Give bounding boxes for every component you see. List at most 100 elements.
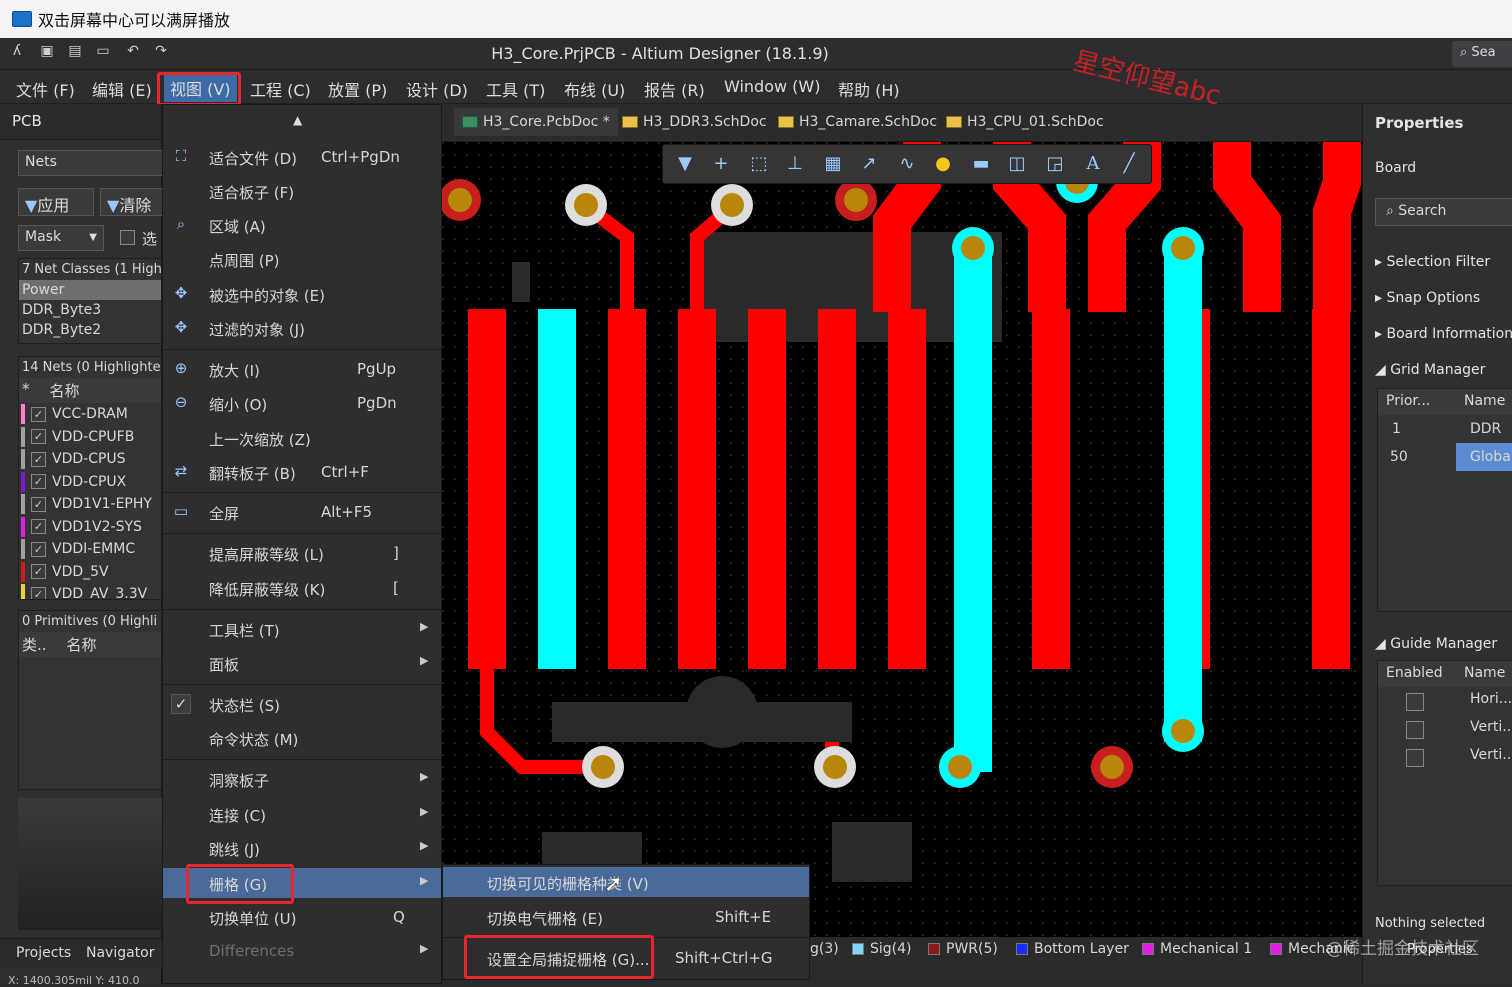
- global-search[interactable]: ⌕ Sea: [1452, 41, 1512, 67]
- view-menu-item[interactable]: ⌕ 区域 (A): [163, 210, 441, 240]
- submenu-toggle-visible-grid[interactable]: 切换可见的栅格种类 (V): [443, 867, 809, 897]
- net-row[interactable]: ✓ VDD_AV_3.3V: [19, 583, 161, 599]
- view-menu-item[interactable]: 面板 ▶: [163, 648, 441, 678]
- submenu-toggle-electrical-grid[interactable]: 切换电气栅格 (E) Shift+E: [443, 902, 809, 932]
- apply-button[interactable]: ▼应用: [18, 188, 94, 216]
- clear-button[interactable]: ▼清除: [100, 188, 170, 216]
- scroll-up-icon[interactable]: ▲: [293, 113, 302, 127]
- menu-file[interactable]: 文件 (F): [16, 77, 75, 101]
- net-visible-checkbox[interactable]: ✓: [31, 564, 46, 580]
- section-board-information[interactable]: ▸ Board Information: [1375, 326, 1512, 342]
- view-menu-item[interactable]: ⊖ 缩小 (O) PgDn: [163, 388, 441, 418]
- view-menu-item[interactable]: 连接 (C) ▶: [163, 799, 441, 829]
- layer-tab-mechanical1[interactable]: Mechanical 1: [1142, 941, 1252, 957]
- net-row[interactable]: ✓ VDD1V2-SYS: [19, 516, 161, 539]
- view-menu-item[interactable]: 适合板子 (F): [163, 176, 441, 206]
- align-icon[interactable]: ⊥: [783, 153, 807, 177]
- view-menu-item[interactable]: ✥ 过滤的对象 (J): [163, 313, 441, 343]
- view-menu-item[interactable]: Differences ▶: [163, 936, 441, 966]
- grid-row-priority[interactable]: 1: [1392, 421, 1401, 437]
- layer-tab-pwr5[interactable]: PWR(5): [928, 941, 998, 957]
- view-menu-item[interactable]: 降低屏蔽等级 (K) [: [163, 573, 441, 603]
- dimension-icon[interactable]: ◫: [1005, 153, 1029, 177]
- net-class-ddr-byte2[interactable]: DDR_Byte2: [19, 320, 161, 340]
- pcb-mode-dropdown[interactable]: Nets: [18, 150, 168, 176]
- mask-dropdown[interactable]: Mask ▼: [18, 225, 104, 251]
- view-menu-item[interactable]: 提高屏蔽等级 (L)]: [163, 538, 441, 568]
- guide-col-enabled[interactable]: Enabled: [1386, 665, 1443, 681]
- menu-tools[interactable]: 工具 (T): [486, 77, 545, 101]
- guide-row-name[interactable]: Verti...: [1470, 747, 1512, 763]
- tab-h3-core-pcbdoc[interactable]: H3_Core.PcbDoc *: [454, 108, 618, 136]
- view-menu-item[interactable]: ⇄ 翻转板子 (B) Ctrl+F: [163, 457, 441, 487]
- tab-h3-camare-schdoc[interactable]: H3_Camare.SchDoc: [778, 114, 937, 130]
- layer-tab-sig3[interactable]: g(3): [810, 941, 839, 957]
- line-icon[interactable]: ╱: [1117, 153, 1141, 177]
- view-menu-item[interactable]: 洞察板子 ▶: [163, 764, 441, 794]
- grid-row-name[interactable]: DDR: [1470, 421, 1501, 437]
- fill-icon[interactable]: ▬: [969, 153, 993, 177]
- view-menu-item[interactable]: 点周围 (P): [163, 244, 441, 274]
- view-menu-item[interactable]: ⊕ 放大 (I) PgUp: [163, 354, 441, 384]
- net-row[interactable]: ✓ VDD-CPUFB: [19, 426, 161, 449]
- via-icon[interactable]: ●: [931, 153, 955, 177]
- filter-icon[interactable]: ▼: [673, 153, 697, 177]
- nets-column-header[interactable]: * 名称: [19, 378, 161, 403]
- select-rect-icon[interactable]: ⬚: [747, 153, 771, 177]
- string-text-icon[interactable]: A: [1081, 153, 1105, 177]
- net-class-power[interactable]: Power: [19, 280, 161, 300]
- guide-enabled-checkbox[interactable]: [1406, 721, 1424, 739]
- route-icon[interactable]: ↗: [857, 153, 881, 177]
- net-row[interactable]: ✓ VDD1V1-EPHY: [19, 493, 161, 516]
- net-visible-checkbox[interactable]: ✓: [31, 429, 46, 445]
- menu-help[interactable]: 帮助 (H): [838, 77, 900, 101]
- section-snap-options[interactable]: ▸ Snap Options: [1375, 290, 1480, 306]
- guide-col-name[interactable]: Name: [1464, 665, 1505, 681]
- tab-projects[interactable]: Projects: [16, 945, 71, 961]
- board-preview[interactable]: [18, 798, 162, 930]
- menu-window[interactable]: Window (W): [724, 77, 820, 96]
- net-row[interactable]: ✓ VDD-CPUS: [19, 448, 161, 471]
- properties-search-input[interactable]: ⌕ Search: [1375, 198, 1512, 226]
- menu-place[interactable]: 放置 (P): [328, 77, 387, 101]
- menu-reports[interactable]: 报告 (R): [644, 77, 705, 101]
- guide-enabled-checkbox[interactable]: [1406, 693, 1424, 711]
- net-class-ddr-byte3[interactable]: DDR_Byte3: [19, 300, 161, 320]
- net-visible-checkbox[interactable]: ✓: [31, 406, 46, 422]
- grid-col-priority[interactable]: Prior...: [1386, 393, 1430, 409]
- grid-col-name[interactable]: Name: [1464, 393, 1505, 409]
- measure-icon[interactable]: ◲: [1043, 153, 1067, 177]
- net-visible-checkbox[interactable]: ✓: [31, 541, 46, 557]
- pcb-canvas[interactable]: [442, 142, 1362, 937]
- net-row[interactable]: ✓ VCC-DRAM: [19, 403, 161, 426]
- component-icon[interactable]: ▦: [821, 153, 845, 177]
- tune-length-icon[interactable]: ∿: [895, 153, 919, 177]
- guide-row-name[interactable]: Verti...: [1470, 719, 1512, 735]
- view-menu-item[interactable]: ⛶ 适合文件 (D) Ctrl+PgDn: [163, 142, 441, 172]
- crosshair-icon[interactable]: +: [709, 153, 733, 177]
- menu-route[interactable]: 布线 (U): [564, 77, 625, 101]
- net-row[interactable]: ✓ VDDI-EMMC: [19, 538, 161, 561]
- tab-navigator[interactable]: Navigator: [86, 945, 155, 961]
- primitives-column-header[interactable]: 类.. 名称: [19, 632, 161, 657]
- layer-tab-sig4[interactable]: Sig(4): [852, 941, 912, 957]
- net-visible-checkbox[interactable]: ✓: [31, 519, 46, 535]
- grid-row-name[interactable]: Global: [1470, 449, 1512, 465]
- net-visible-checkbox[interactable]: ✓: [31, 586, 46, 599]
- tab-h3-ddr3-schdoc[interactable]: H3_DDR3.SchDoc: [622, 114, 767, 130]
- view-menu-item[interactable]: 命令状态 (M): [163, 723, 441, 753]
- menu-edit[interactable]: 编辑 (E): [92, 77, 152, 101]
- guide-row-name[interactable]: Hori...: [1470, 691, 1512, 707]
- pcb-drawing[interactable]: [442, 142, 1362, 937]
- net-row[interactable]: ✓ VDD-CPUX: [19, 471, 161, 494]
- grid-row-priority[interactable]: 50: [1390, 449, 1408, 465]
- view-menu-item[interactable]: 跳线 (J) ▶: [163, 833, 441, 863]
- section-selection-filter[interactable]: ▸ Selection Filter: [1375, 254, 1490, 270]
- menu-design[interactable]: 设计 (D): [406, 77, 468, 101]
- net-visible-checkbox[interactable]: ✓: [31, 474, 46, 490]
- view-menu-item[interactable]: 切换单位 (U) Q: [163, 902, 441, 932]
- view-menu-item[interactable]: ✥ 被选中的对象 (E): [163, 279, 441, 309]
- section-guide-manager[interactable]: ◢ Guide Manager: [1375, 636, 1497, 652]
- layer-tab-bottom[interactable]: Bottom Layer: [1016, 941, 1129, 957]
- menu-project[interactable]: 工程 (C): [250, 77, 311, 101]
